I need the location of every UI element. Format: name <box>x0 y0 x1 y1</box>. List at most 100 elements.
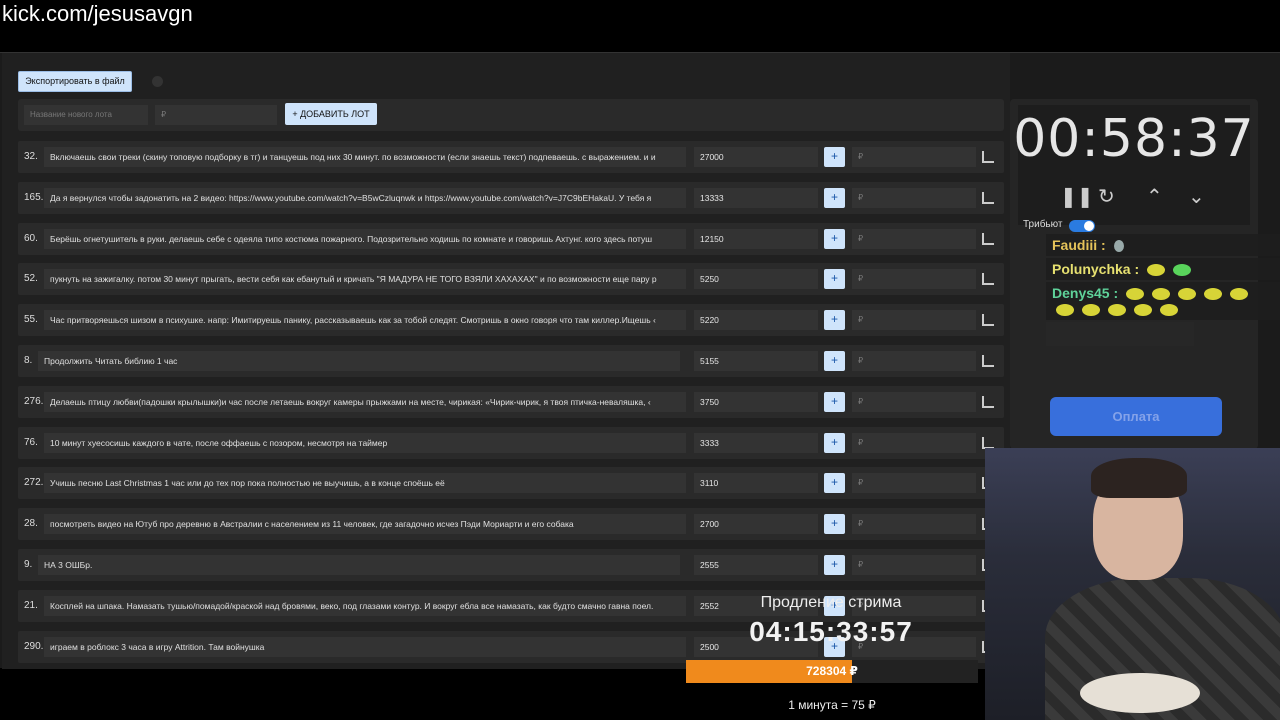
lot-title[interactable]: Час притворяешься шизом в психушке. напр… <box>44 310 686 331</box>
add-amount-button[interactable]: + <box>824 554 845 575</box>
streamer-hair <box>1091 458 1187 498</box>
add-amount-button[interactable]: + <box>824 147 845 167</box>
pause-icon[interactable]: ❚❚ <box>1060 187 1094 207</box>
lot-title[interactable]: Берёшь огнетушитель в руки. делаешь себе… <box>44 228 686 249</box>
add-amount-input[interactable]: ₽ <box>852 228 976 249</box>
add-amount-button[interactable]: + <box>824 228 845 249</box>
add-amount-input[interactable]: ₽ <box>852 391 976 412</box>
delete-icon[interactable] <box>982 354 994 367</box>
lot-number: 52. <box>24 273 38 285</box>
lot-amount[interactable]: 3750 <box>694 391 818 412</box>
lot-amount[interactable]: 27000 <box>694 147 818 167</box>
lot-amount[interactable]: 5155 <box>694 350 818 371</box>
delete-icon[interactable] <box>982 232 994 245</box>
lot-number: 272. <box>24 477 44 489</box>
lot-amount[interactable]: 5250 <box>694 269 818 290</box>
lot-row: 165. Да я вернулся чтобы задонатить на 2 … <box>18 181 1004 214</box>
delete-icon[interactable] <box>982 273 994 286</box>
tribute-toggle[interactable] <box>1069 220 1095 232</box>
new-lot-name-input[interactable]: Название нового лота <box>24 105 148 125</box>
lot-row: 55. Час притворяешься шизом в психушке. н… <box>18 304 1004 337</box>
delete-icon[interactable] <box>982 314 994 327</box>
add-amount-button[interactable]: + <box>824 473 845 494</box>
lot-number: 276. <box>24 395 44 407</box>
lot-title[interactable]: Продолжить Читать библию 1 час <box>38 350 680 371</box>
lot-number: 76. <box>24 436 38 448</box>
chat-username: Faudiii <box>1052 237 1098 253</box>
chat-message: Polunychka : <box>1046 258 1280 280</box>
emote-icon <box>1147 264 1166 277</box>
reset-icon[interactable]: ↻ <box>1098 187 1115 207</box>
lot-title[interactable]: Делаешь птицу любви(падошки крылышки)и ч… <box>44 391 686 412</box>
lot-title[interactable]: 10 минут хуесосишь каждого в чате, после… <box>44 432 686 453</box>
lot-title[interactable]: пукнуть на зажигалку. потом 30 минут пры… <box>44 269 686 290</box>
lot-number: 8. <box>24 354 33 366</box>
extension-timer: 04:15:33:57 <box>749 616 913 647</box>
delete-icon[interactable] <box>982 151 994 163</box>
chevron-up-icon[interactable]: ⌃ <box>1146 187 1163 207</box>
add-amount-input[interactable]: ₽ <box>852 350 976 371</box>
add-amount-input[interactable]: ₽ <box>852 473 976 494</box>
delete-icon[interactable] <box>982 395 994 408</box>
lot-number: 21. <box>24 599 38 611</box>
food-plate <box>1080 673 1200 713</box>
lot-number: 55. <box>24 314 38 326</box>
emote-icon <box>1230 288 1249 301</box>
lot-amount[interactable]: 2700 <box>694 514 818 535</box>
timer-value: 00:58:37 <box>1013 109 1255 169</box>
add-amount-button[interactable]: + <box>824 310 845 331</box>
lot-amount[interactable]: 3110 <box>694 473 818 494</box>
delete-icon[interactable] <box>982 191 994 204</box>
export-button[interactable]: Экспортировать в файл <box>18 71 132 92</box>
chevron-down-icon[interactable]: ⌄ <box>1188 187 1205 207</box>
lot-list: 32. Включаешь свои треки (скину топовую п… <box>18 141 1004 671</box>
add-amount-button[interactable]: + <box>824 432 845 453</box>
lot-amount[interactable]: 3333 <box>694 432 818 453</box>
lot-row: 32. Включаешь свои треки (скину топовую п… <box>18 141 1004 173</box>
rate-text: 1 минута = 75 ₽ <box>788 698 876 712</box>
lot-row: 76. 10 минут хуесосишь каждого в чате, по… <box>18 426 1004 459</box>
add-amount-input[interactable]: ₽ <box>852 147 976 167</box>
delete-icon[interactable] <box>982 436 994 449</box>
lot-title[interactable]: НА 3 ОШБр. <box>38 554 680 575</box>
lot-title[interactable]: Да я вернулся чтобы задонатить на 2 виде… <box>44 187 686 208</box>
chat-separator: : <box>1109 285 1119 301</box>
lot-amount[interactable]: 12150 <box>694 228 818 249</box>
donation-total: 728304 ₽ <box>806 664 858 678</box>
add-amount-input[interactable]: ₽ <box>852 432 976 453</box>
add-amount-input[interactable]: ₽ <box>852 514 976 535</box>
tribute-label: Трибьют <box>1023 219 1063 230</box>
lot-row: 276. Делаешь птицу любви(падошки крылышки… <box>18 385 1004 418</box>
lot-amount[interactable]: 5220 <box>694 310 818 331</box>
emote-icon <box>1204 288 1223 301</box>
lot-number: 290. <box>24 640 44 652</box>
chat-username: Denys45 <box>1052 285 1110 301</box>
add-lot-button[interactable]: + ДОБАВИТЬ ЛОТ <box>285 103 377 125</box>
lot-row: 272. Учишь песню Last Christmas 1 час или… <box>18 467 1004 500</box>
add-amount-input[interactable]: ₽ <box>852 269 976 290</box>
lot-amount[interactable]: 2555 <box>694 554 818 575</box>
add-amount-input[interactable]: ₽ <box>852 554 976 575</box>
add-amount-button[interactable]: + <box>824 391 845 412</box>
lot-number: 28. <box>24 518 38 530</box>
lot-title[interactable]: Учишь песню Last Christmas 1 час или до … <box>44 473 686 494</box>
lot-number: 60. <box>24 232 38 244</box>
timer-controls: ❚❚ ↻ ⌃ ⌄ <box>1058 187 1218 207</box>
lot-title[interactable]: Косплей на шпака. Намазать тушью/помадой… <box>44 595 686 616</box>
payment-button[interactable]: Оплата <box>1050 397 1222 436</box>
chat-message-empty <box>1046 322 1194 346</box>
lot-title[interactable]: посмотреть видео на Ютуб про деревню в А… <box>44 514 686 535</box>
add-amount-button[interactable]: + <box>824 350 845 371</box>
add-amount-button[interactable]: + <box>824 514 845 535</box>
add-amount-button[interactable]: + <box>824 269 845 290</box>
lot-title[interactable]: Включаешь свои треки (скину топовую подб… <box>44 147 686 167</box>
emote-icon <box>1134 304 1152 317</box>
lot-number: 9. <box>24 558 33 570</box>
lot-amount[interactable]: 13333 <box>694 187 818 208</box>
add-amount-button[interactable]: + <box>824 187 845 208</box>
add-amount-input[interactable]: ₽ <box>852 187 976 208</box>
new-lot-amount-input[interactable]: ₽ <box>155 105 277 125</box>
add-amount-input[interactable]: ₽ <box>852 310 976 331</box>
lot-title[interactable]: играем в роблокс 3 часа в игру Attrition… <box>44 636 686 657</box>
emote-icon <box>1113 240 1124 253</box>
